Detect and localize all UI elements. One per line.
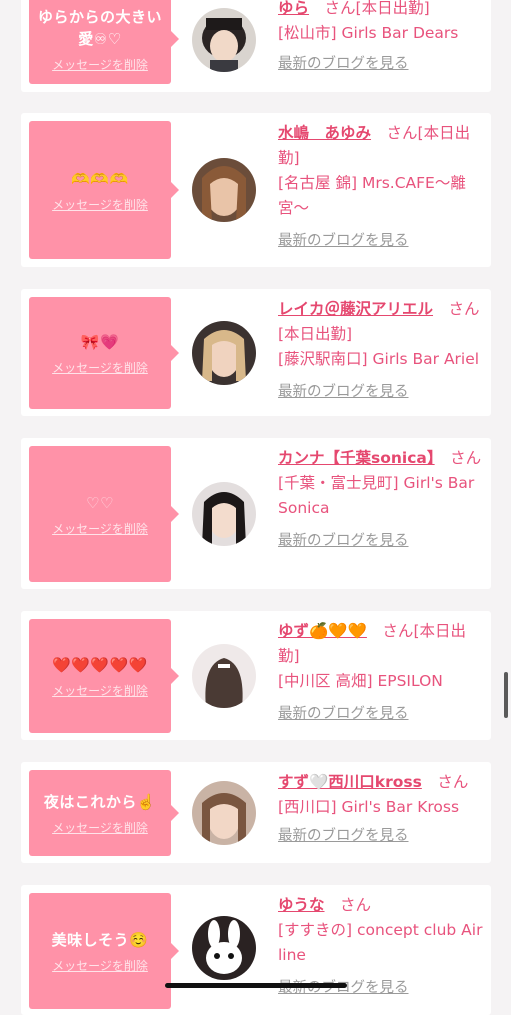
- message-bubble: ゆらからの大きい愛♾♡ メッセージを削除: [29, 0, 179, 84]
- message-card: 🎀💗 メッセージを削除 レイカ＠藤沢アリエル さん [本日出勤] [藤沢駅南口] …: [21, 289, 491, 416]
- message-bubble: 美味しそう☺️ メッセージを削除: [29, 893, 179, 1009]
- message-bubble: 夜はこれから☝️ メッセージを削除: [29, 770, 179, 856]
- shop-info: [松山市] Girls Bar Dears: [278, 24, 459, 42]
- latest-blog-link[interactable]: 最新のブログを見る: [278, 380, 486, 405]
- latest-blog-link[interactable]: 最新のブログを見る: [278, 229, 486, 254]
- message-bubble: 🫶🫶🫶 メッセージを削除: [29, 121, 179, 259]
- latest-blog-link[interactable]: 最新のブログを見る: [278, 529, 486, 554]
- message-text: ❤️❤️❤️❤️❤️: [52, 655, 148, 674]
- scrollbar[interactable]: [504, 672, 508, 718]
- cast-name-link[interactable]: ゆら: [278, 0, 309, 17]
- cast-name-link[interactable]: ゆうな: [278, 896, 325, 914]
- cast-name-link[interactable]: カンナ【千葉sonica】: [278, 449, 435, 467]
- message-text: ♡♡: [86, 493, 114, 512]
- home-indicator[interactable]: [165, 983, 347, 988]
- work-status: [本日出勤]: [355, 0, 430, 17]
- latest-blog-link[interactable]: 最新のブログを見る: [278, 824, 486, 849]
- cast-info: ゆず🍊🧡🧡 さん[本日出勤] [中川区 高畑] EPSILON 最新のブログを見…: [278, 619, 486, 727]
- avatar[interactable]: [192, 482, 256, 546]
- shop-info: [千葉・富士見町] Girl's Bar Sonica: [278, 474, 475, 517]
- honorific: さん: [437, 773, 469, 791]
- message-bubble: ♡♡ メッセージを削除: [29, 446, 179, 582]
- latest-blog-link[interactable]: 最新のブログを見る: [278, 52, 486, 77]
- avatar[interactable]: [192, 321, 256, 385]
- cast-info: ゆら さん[本日出勤] [松山市] Girls Bar Dears 最新のブログ…: [278, 0, 486, 77]
- latest-blog-link[interactable]: 最新のブログを見る: [278, 702, 486, 727]
- message-text: ゆらからの大きい愛♾♡: [37, 7, 162, 48]
- message-bubble: 🎀💗 メッセージを削除: [29, 297, 179, 409]
- cast-info: カンナ【千葉sonica】 さん [千葉・富士見町] Girl's Bar So…: [278, 446, 486, 554]
- delete-message-link[interactable]: メッセージを削除: [52, 682, 148, 699]
- honorific: さん: [324, 0, 356, 17]
- shop-info: [藤沢駅南口] Girls Bar Ariel: [278, 350, 480, 368]
- avatar[interactable]: [192, 8, 256, 72]
- cast-info: 水嶋 あゆみ さん[本日出勤] [名古屋 錦] Mrs.CAFE〜離宮〜 最新の…: [278, 121, 486, 254]
- message-bubble: ❤️❤️❤️❤️❤️ メッセージを削除: [29, 619, 179, 733]
- delete-message-link[interactable]: メッセージを削除: [52, 819, 148, 836]
- work-status: [本日出勤]: [278, 325, 353, 343]
- message-card: 美味しそう☺️ メッセージを削除 ゆうな さん [すすきの] concept c…: [21, 885, 491, 1015]
- avatar[interactable]: [192, 644, 256, 708]
- avatar[interactable]: [192, 158, 256, 222]
- delete-message-link[interactable]: メッセージを削除: [52, 520, 148, 537]
- cast-name-link[interactable]: ゆず🍊🧡🧡: [278, 622, 367, 640]
- cast-info: レイカ＠藤沢アリエル さん [本日出勤] [藤沢駅南口] Girls Bar Ar…: [278, 297, 486, 405]
- message-card: 夜はこれから☝️ メッセージを削除 すず🤍西川口kross さん [西川口] G…: [21, 762, 491, 863]
- avatar[interactable]: [192, 916, 256, 980]
- honorific: さん: [340, 896, 372, 914]
- message-text: 🎀💗: [80, 332, 120, 351]
- honorific: さん: [448, 300, 480, 318]
- delete-message-link[interactable]: メッセージを削除: [52, 196, 148, 213]
- message-card: ♡♡ メッセージを削除 カンナ【千葉sonica】 さん [千葉・富士見町] G…: [21, 438, 491, 589]
- honorific: さん: [450, 449, 482, 467]
- shop-info: [西川口] Girl's Bar Kross: [278, 798, 460, 816]
- delete-message-link[interactable]: メッセージを削除: [52, 359, 148, 376]
- message-card: ゆらからの大きい愛♾♡ メッセージを削除 ゆら さん[本日出勤] [松山市] G…: [21, 0, 491, 92]
- latest-blog-link[interactable]: 最新のブログを見る: [278, 976, 486, 1001]
- cast-name-link[interactable]: レイカ＠藤沢アリエル: [278, 300, 433, 318]
- message-text: 夜はこれから☝️: [43, 792, 157, 811]
- shop-info: [名古屋 錦] Mrs.CAFE〜離宮〜: [278, 174, 466, 217]
- message-card: 🫶🫶🫶 メッセージを削除 水嶋 あゆみ さん[本日出勤] [名古屋 錦] Mrs…: [21, 113, 491, 267]
- cast-name-link[interactable]: 水嶋 あゆみ: [278, 124, 371, 142]
- honorific: さん: [386, 124, 418, 142]
- delete-message-link[interactable]: メッセージを削除: [52, 56, 148, 73]
- message-card: ❤️❤️❤️❤️❤️ メッセージを削除 ゆず🍊🧡🧡 さん[本日出勤] [中川区 …: [21, 611, 491, 740]
- message-text: 美味しそう☺️: [51, 930, 149, 949]
- shop-info: [すすきの] concept club Air line: [278, 921, 483, 964]
- cast-name-link[interactable]: すず🤍西川口kross: [278, 773, 422, 791]
- cast-info: すず🤍西川口kross さん [西川口] Girl's Bar Kross 最新…: [278, 770, 486, 849]
- avatar[interactable]: [192, 781, 256, 845]
- honorific: さん: [382, 622, 414, 640]
- shop-info: [中川区 高畑] EPSILON: [278, 672, 443, 690]
- delete-message-link[interactable]: メッセージを削除: [52, 957, 148, 974]
- message-text: 🫶🫶🫶: [71, 169, 129, 188]
